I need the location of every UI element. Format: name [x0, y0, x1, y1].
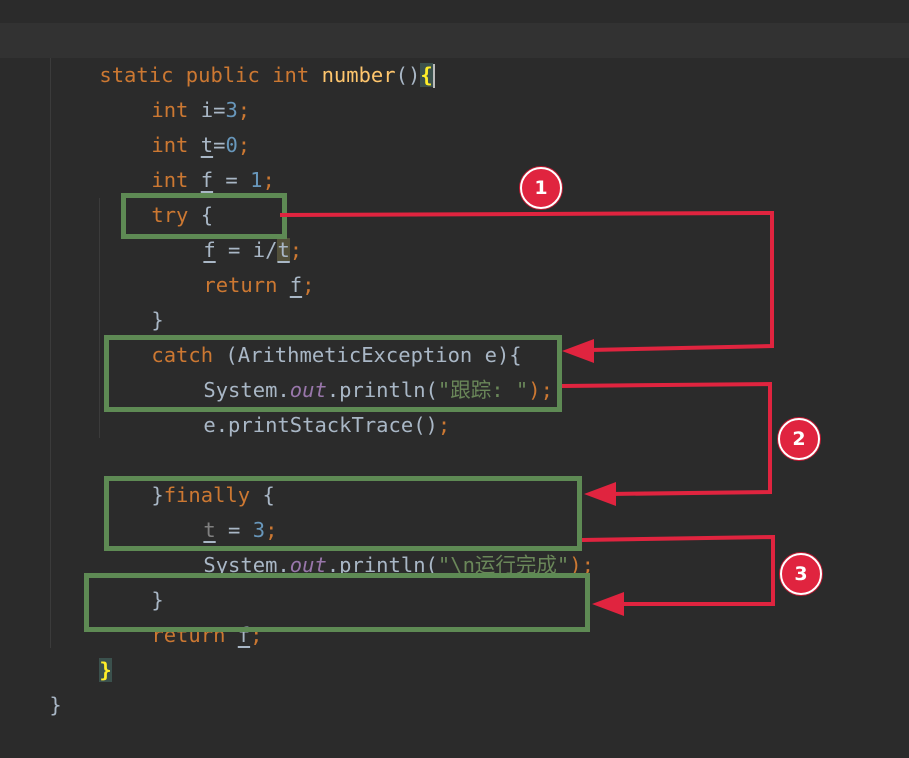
- arrow-1-head: [562, 339, 594, 363]
- arrow-1-path: [279, 210, 774, 352]
- arrow-2-path: [561, 381, 772, 496]
- arrow-2-head: [584, 482, 616, 506]
- flow-arrows: [279, 210, 775, 616]
- step-badge-1: 1: [520, 167, 562, 209]
- step-badge-3: 3: [780, 553, 822, 595]
- step-badge-2: 2: [778, 418, 820, 460]
- arrow-3-head: [592, 592, 624, 616]
- arrow-3-path: [581, 534, 775, 606]
